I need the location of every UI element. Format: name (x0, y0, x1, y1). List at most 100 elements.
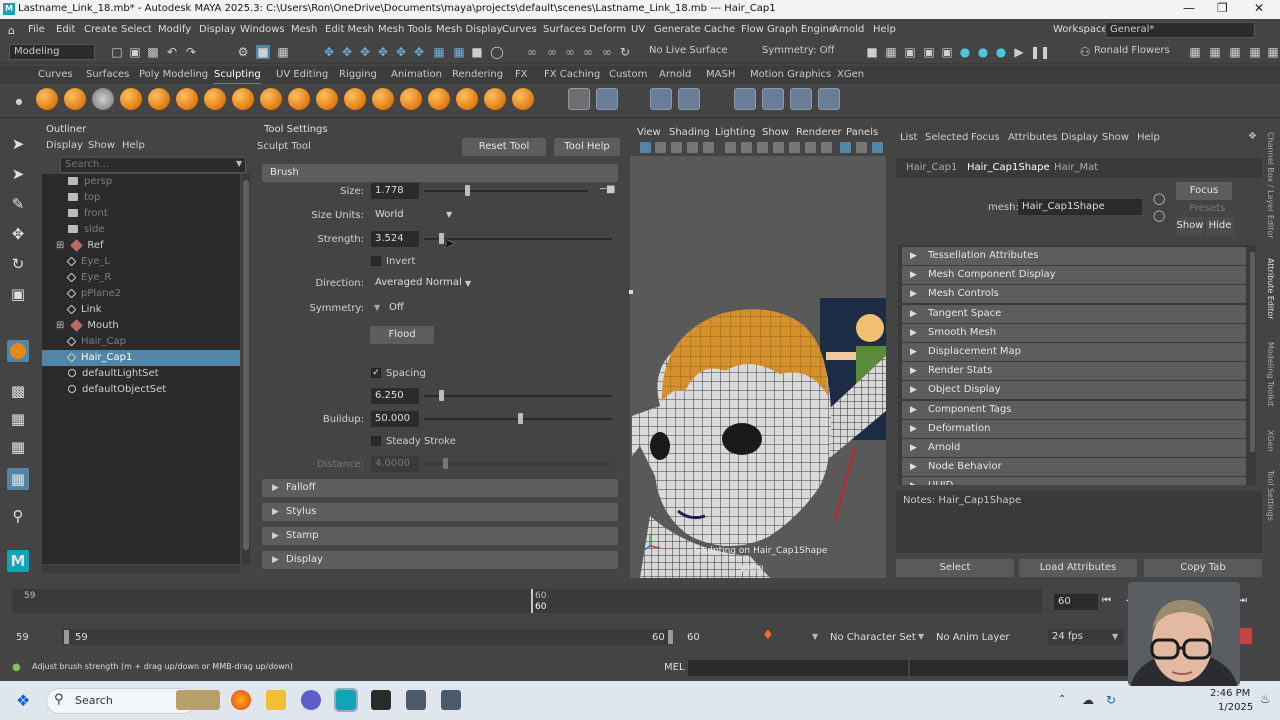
ae-menu-attributes[interactable]: Attributes (1008, 132, 1057, 143)
history-icon[interactable]: ∞ (563, 45, 577, 59)
shelf-tab-surfaces[interactable]: Surfaces (86, 69, 129, 80)
mel-command-input[interactable] (688, 660, 908, 676)
image-plane-icon[interactable] (687, 142, 698, 153)
transfer-icon[interactable] (678, 88, 700, 110)
current-frame-field[interactable]: 60 (1054, 594, 1098, 610)
live-surface-field[interactable]: No Live Surface (645, 44, 739, 60)
viewport-menu-panels[interactable]: Panels (846, 127, 878, 138)
viewport-3d[interactable] (630, 156, 886, 578)
undo-icon[interactable]: ↶ (165, 45, 179, 59)
falloff-section-header[interactable]: ▶ Falloff (262, 479, 618, 497)
teams-icon[interactable] (301, 690, 321, 710)
size-slider-track[interactable] (424, 190, 588, 192)
ae-section-header[interactable]: ▶ Render Stats (902, 362, 1246, 381)
menu-mesh[interactable]: Mesh (291, 24, 317, 35)
ae-select-button[interactable]: Select (896, 559, 1014, 577)
symmetry-chevron-icon[interactable]: ▼ (374, 303, 380, 312)
viewport-menu-renderer[interactable]: Renderer (796, 127, 842, 138)
viewport-menu-view[interactable]: View (637, 127, 661, 138)
menu-mesh-display[interactable]: Mesh Display (436, 24, 502, 35)
outliner-row[interactable]: defaultObjectSet (42, 382, 240, 398)
spacing-slider-handle[interactable] (439, 390, 445, 401)
tray-cloud-icon[interactable]: ☁ (1082, 693, 1094, 707)
outliner-row[interactable]: persp (42, 174, 240, 190)
snap-surface-icon[interactable]: ∞ (545, 45, 559, 59)
relax-brush-icon[interactable] (92, 88, 114, 110)
imprint-brush-icon[interactable] (288, 88, 310, 110)
sculpt-settings-icon[interactable] (568, 88, 590, 110)
stamp-icon[interactable] (818, 88, 840, 110)
foamy-brush-icon[interactable] (204, 88, 226, 110)
lock-icon[interactable]: ■ (470, 45, 484, 59)
menu-edit-mesh[interactable]: Edit Mesh (325, 24, 374, 35)
sculpt-tool-icon[interactable] (7, 340, 29, 362)
character-set-field[interactable]: No Character Set (830, 632, 916, 643)
ae-section-header[interactable]: ▶UUID (902, 477, 1246, 485)
outliner-row[interactable]: side (42, 222, 240, 238)
paint-select-tool-icon[interactable]: ✎ (7, 193, 29, 215)
time-slider-bar[interactable] (12, 589, 1042, 613)
uv-grid-icon[interactable] (596, 88, 618, 110)
side-tab-channel-box[interactable]: Channel Box / Layer Editor (1266, 132, 1275, 239)
outliner-row[interactable]: ⊞ Mouth (42, 318, 240, 334)
outliner-menu-display[interactable]: Display (46, 140, 83, 151)
menu-uv[interactable]: UV (631, 24, 645, 35)
attribute-editor-toggle-icon[interactable]: ▦ (1248, 45, 1262, 59)
direction-chevron-icon[interactable]: ▼ (465, 279, 471, 288)
shelf-tab-xgen[interactable]: XGen (837, 69, 864, 80)
camera-attributes-icon[interactable] (655, 142, 666, 153)
render-frame-icon[interactable]: ■ (865, 45, 879, 59)
mesh-name-field[interactable]: Hair_Cap1Shape (1018, 199, 1142, 215)
hypershade-icon[interactable]: ● (958, 45, 972, 59)
side-tab-xgen[interactable]: XGen (1266, 430, 1275, 452)
render-view-icon[interactable]: ▣ (940, 45, 954, 59)
wireframe-on-shaded-icon[interactable] (872, 142, 883, 153)
viewport-menu-shading[interactable]: Shading (669, 127, 710, 138)
tray-chevron-icon[interactable]: ⌃ (1058, 694, 1066, 705)
side-tab-tool-settings[interactable]: Tool Settings (1266, 470, 1275, 521)
size-field[interactable]: 1.778 (371, 183, 419, 199)
ae-tab-transform[interactable]: Hair_Cap1 (906, 162, 957, 173)
app-capture-icon[interactable] (406, 690, 426, 710)
spacing-slider-track[interactable] (424, 395, 612, 397)
ae-section-header[interactable]: ▶ Deformation (902, 419, 1246, 438)
snap-curve-icon[interactable]: ▦ (452, 45, 466, 59)
menu-create[interactable]: Create (84, 24, 117, 35)
expand-icon[interactable]: ⊞ (56, 240, 64, 251)
spacing-checkbox[interactable]: ✓ (371, 368, 381, 378)
shelf-tab-sculpting[interactable]: Sculpting (214, 69, 261, 80)
ae-section-header[interactable]: ▶ Object Display (902, 381, 1246, 400)
shelf-tab-arnold[interactable]: Arnold (659, 69, 691, 80)
file-explorer-icon[interactable] (266, 690, 286, 710)
ae-section-header[interactable]: ▶ Arnold (902, 439, 1246, 457)
outliner-row[interactable]: Link (42, 302, 240, 318)
output-icon[interactable]: ∞ (600, 45, 614, 59)
new-scene-icon[interactable]: □ (110, 45, 124, 59)
viewport-menu-show[interactable]: Show (762, 127, 789, 138)
ae-section-header[interactable]: ▶ Component Tags (902, 400, 1246, 419)
brush-section-header[interactable]: Brush (262, 164, 618, 182)
channel-box-toggle-icon[interactable]: ▦ (1228, 45, 1242, 59)
arnold-render-icon[interactable]: ● (976, 45, 990, 59)
gate-mask-icon[interactable] (789, 142, 800, 153)
flatten-brush-icon[interactable] (176, 88, 198, 110)
search-tool-icon[interactable]: ⚲ (7, 505, 29, 527)
steady-stroke-checkbox[interactable] (371, 436, 381, 446)
outliner-row[interactable]: defaultLightSet (42, 366, 240, 382)
select-vertex-icon[interactable]: ✥ (340, 45, 354, 59)
shelf-options-icon[interactable]: ● (12, 95, 26, 109)
four-view-layout-icon[interactable]: ▦ (7, 408, 29, 430)
range-start-field[interactable]: 59 (16, 632, 29, 643)
arnold-ipr-icon[interactable]: ● (994, 45, 1008, 59)
shelf-tab-rigging[interactable]: Rigging (339, 69, 377, 80)
single-view-layout-icon[interactable]: ▩ (7, 380, 29, 402)
shelf-tab-animation[interactable]: Animation (391, 69, 442, 80)
mask-icon[interactable] (790, 88, 812, 110)
wireframe-icon[interactable] (840, 142, 851, 153)
ae-focus-button[interactable]: Focus (1176, 182, 1232, 200)
select-face-icon[interactable]: ✥ (376, 45, 390, 59)
anim-layer-field[interactable]: No Anim Layer (936, 632, 1010, 643)
tool-help-button[interactable]: Tool Help (554, 138, 620, 156)
notification-bell-icon[interactable]: ♨ (1260, 692, 1271, 706)
size-units-chevron-icon[interactable]: ▼ (446, 210, 452, 219)
